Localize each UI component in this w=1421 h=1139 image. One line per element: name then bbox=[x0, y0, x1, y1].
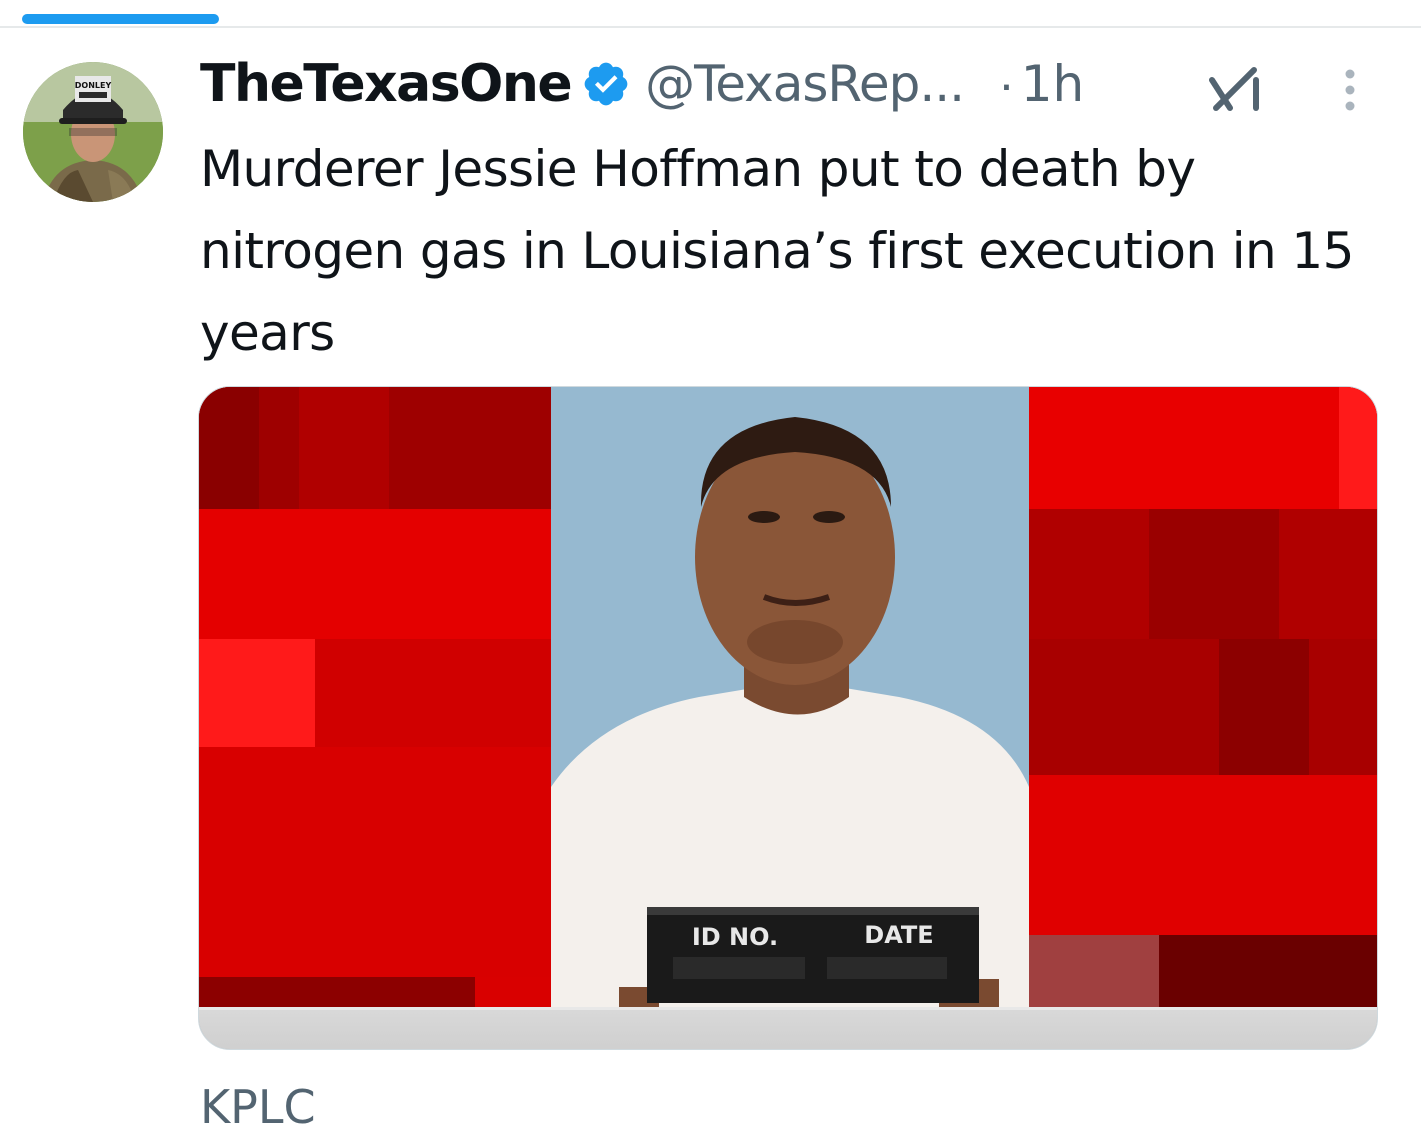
progress-track bbox=[0, 26, 1421, 28]
timestamp[interactable]: 1h bbox=[1021, 55, 1085, 113]
tweet-header: TheTexasOne @TexasRep... · 1h bbox=[200, 52, 1084, 116]
placard-id-label: ID NO. bbox=[692, 923, 778, 951]
media-image: ID NO. DATE bbox=[199, 387, 1377, 1007]
progress-indicator bbox=[22, 14, 219, 24]
placard-date-label: DATE bbox=[864, 921, 933, 949]
grok-icon[interactable] bbox=[1208, 66, 1264, 112]
more-vertical-icon[interactable] bbox=[1338, 66, 1362, 114]
avatar[interactable]: DONLEY bbox=[23, 62, 163, 202]
card-divider bbox=[199, 1007, 1377, 1010]
media-card[interactable]: ID NO. DATE bbox=[198, 386, 1378, 1050]
display-name[interactable]: TheTexasOne bbox=[200, 54, 573, 114]
separator-dot: · bbox=[998, 56, 1015, 112]
verified-badge-icon bbox=[581, 59, 631, 109]
avatar-hat-text: DONLEY bbox=[75, 81, 112, 90]
tweet-text: Murderer Jessie Hoffman put to death by … bbox=[200, 140, 1354, 362]
handle[interactable]: @TexasRep... bbox=[645, 55, 965, 113]
card-source[interactable]: KPLC bbox=[200, 1080, 316, 1134]
card-footer-strip bbox=[199, 1007, 1377, 1049]
